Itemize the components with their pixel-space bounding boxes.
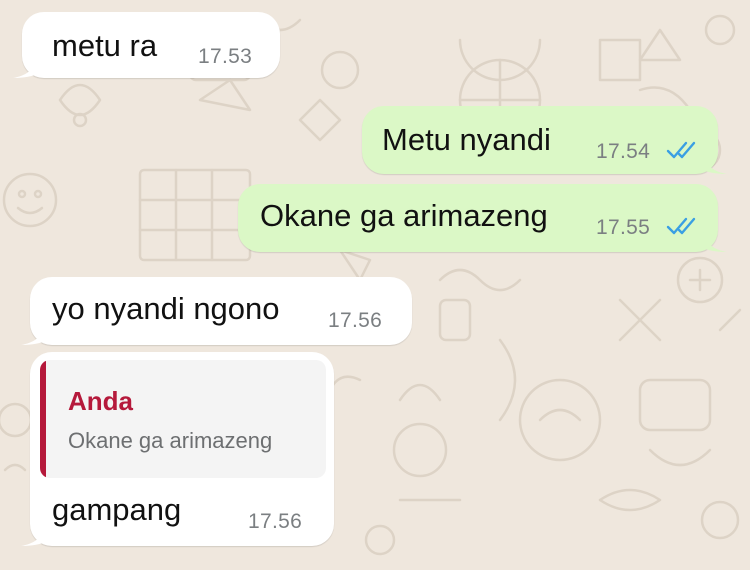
- message-time: 17.55: [596, 216, 651, 239]
- read-double-check-icon: [666, 217, 696, 235]
- message-text: gampang: [52, 492, 182, 527]
- message-time: 17.53: [198, 45, 253, 68]
- message-time: 17.56: [248, 510, 303, 533]
- quote-text: Okane ga arimazeng: [68, 428, 273, 453]
- bubble-tail: [21, 526, 45, 546]
- bubble-tail: [703, 232, 727, 252]
- quote-author: Anda: [68, 386, 133, 416]
- bubble-tail: [13, 58, 37, 78]
- message-text: Metu nyandi: [382, 122, 551, 157]
- message-bubble-incoming-reply[interactable]: Anda Okane ga arimazeng gampang 17.56: [21, 352, 334, 546]
- message-text: yo nyandi ngono: [52, 291, 280, 326]
- quote-accent-bar: [40, 360, 46, 478]
- message-text: metu ra: [52, 28, 158, 63]
- quoted-message[interactable]: Anda Okane ga arimazeng: [40, 360, 326, 478]
- message-bubble-incoming[interactable]: metu ra 17.53: [13, 12, 280, 78]
- bubble-tail: [703, 154, 727, 174]
- message-time: 17.54: [596, 140, 651, 163]
- read-double-check-icon: [666, 141, 696, 159]
- message-bubble-incoming[interactable]: yo nyandi ngono 17.56: [21, 277, 412, 345]
- message-text: Okane ga arimazeng: [260, 198, 548, 233]
- message-time: 17.56: [328, 309, 383, 332]
- message-bubble-outgoing[interactable]: Metu nyandi 17.54: [362, 106, 727, 174]
- bubble-tail: [21, 325, 45, 345]
- message-bubble-outgoing[interactable]: Okane ga arimazeng 17.55: [238, 184, 727, 252]
